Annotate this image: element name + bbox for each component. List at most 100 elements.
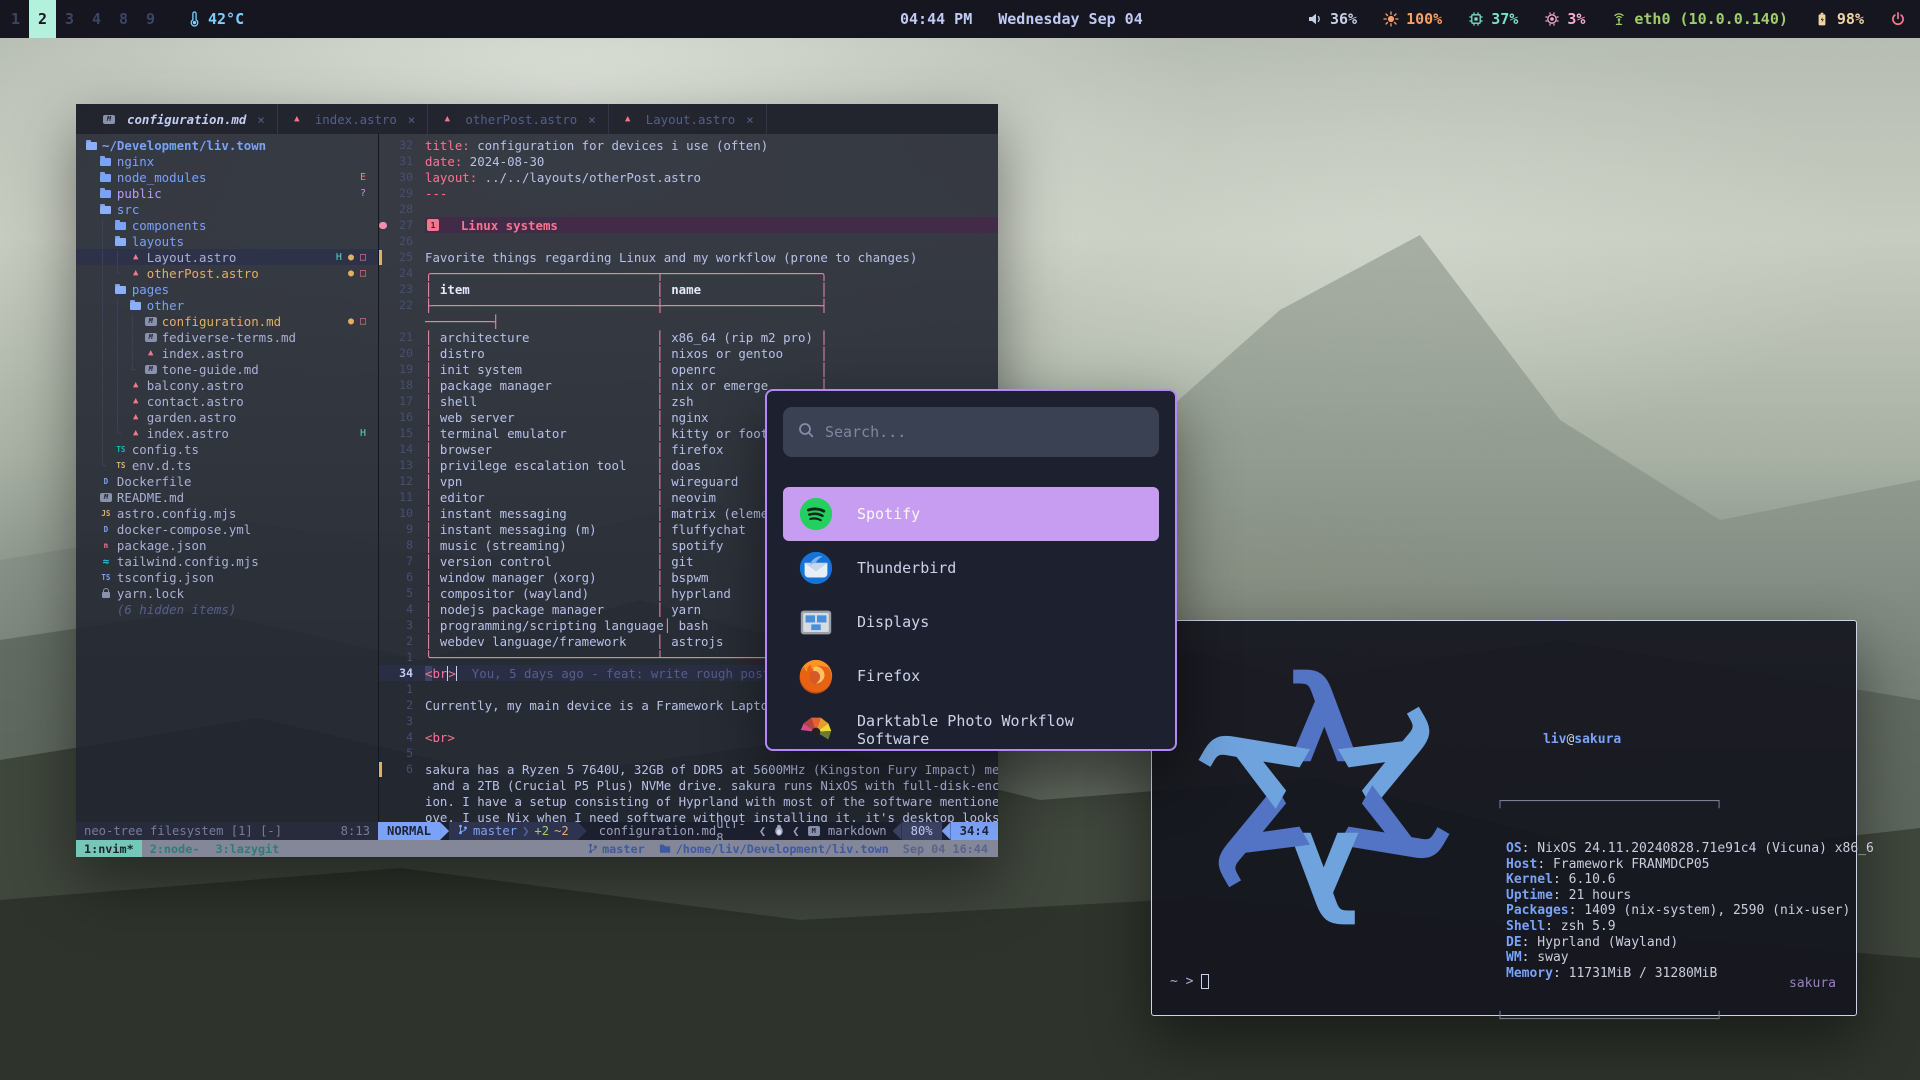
- info-value: : sway: [1522, 950, 1569, 965]
- tree-item-fediverse-terms.md[interactable]: │ │ │ Mfediverse-terms.md: [76, 329, 378, 345]
- tmux-statusbar: 1:nvim*2:node-3:lazygit master /home/liv…: [76, 840, 998, 857]
- tree-item-contact.astro[interactable]: │ │ ▲contact.astro: [76, 393, 378, 409]
- tab-close-icon[interactable]: ×: [746, 112, 753, 127]
- tree-item-components[interactable]: │ components: [76, 217, 378, 233]
- launcher-item-Displays[interactable]: Displays: [783, 595, 1159, 649]
- info-label: Packages: [1506, 903, 1569, 918]
- buffer-line[interactable]: 24╭──────────────────────────────┬──────…: [379, 265, 998, 281]
- bar-module-gpu[interactable]: 3%: [1544, 10, 1585, 28]
- launcher-item-Thunderbird[interactable]: Thunderbird: [783, 541, 1159, 595]
- tree-item-tone-guide.md[interactable]: │ │ └ Mtone-guide.md: [76, 361, 378, 377]
- tab-configuration.md[interactable]: Mconfiguration.md×: [90, 104, 278, 134]
- tree-item-README.md[interactable]: MREADME.md: [76, 489, 378, 505]
- gutter-sign: [379, 665, 387, 681]
- tree-item-tsconfig.json[interactable]: TStsconfig.json: [76, 569, 378, 585]
- bar-module-volume[interactable]: 36%: [1307, 10, 1357, 28]
- tree-item-(6 hidden items)[interactable]: (6 hidden items): [76, 601, 378, 617]
- tmux-window-1:nvim*[interactable]: 1:nvim*: [76, 840, 142, 857]
- buffer-line[interactable]: 20│ distro │ nixos or gentoo │: [379, 345, 998, 361]
- launcher-item-Firefox[interactable]: Firefox: [783, 649, 1159, 703]
- tab-close-icon[interactable]: ×: [408, 112, 415, 127]
- buffer-text: date:: [425, 154, 462, 169]
- table-cell: distro: [432, 346, 656, 361]
- terminal-window[interactable]: λλλλλλ liv@sakura ┌─────────────────────…: [1151, 620, 1857, 1016]
- workspace-2[interactable]: 2: [29, 0, 56, 38]
- buffer-line[interactable]: 22├──────────────────────────────┼──────…: [379, 297, 998, 313]
- git-staged-icon: □: [360, 252, 366, 263]
- buffer-line[interactable]: 25Favorite things regarding Linux and my…: [379, 249, 998, 265]
- tmux-window-3:lazygit[interactable]: 3:lazygit: [207, 840, 287, 857]
- tree-item-configuration.md[interactable]: │ │ │ Mconfiguration.md●□: [76, 313, 378, 329]
- buffer-line[interactable]: ion. I have a setup consisting of Hyprla…: [379, 793, 998, 809]
- tab-close-icon[interactable]: ×: [257, 112, 264, 127]
- bar-module-cpu[interactable]: 37%: [1468, 10, 1518, 28]
- tree-item-label: index.astro: [147, 426, 229, 441]
- buffer-line[interactable]: 31date: 2024-08-30: [379, 153, 998, 169]
- tree-item-package.json[interactable]: npackage.json: [76, 537, 378, 553]
- tree-item-Layout.astro[interactable]: │ │ ▲Layout.astroH●□: [76, 249, 378, 265]
- tab-Layout.astro[interactable]: ▲Layout.astro×: [609, 104, 767, 134]
- buffer-line[interactable]: and a 2TB (Crucial P5 Plus) NVMe drive. …: [379, 777, 998, 793]
- buffer-line[interactable]: 23│ item │ name │: [379, 281, 998, 297]
- buffer-line[interactable]: 26: [379, 233, 998, 249]
- bar-module-brightness[interactable]: 100%: [1383, 10, 1442, 28]
- launcher-item-Darktable Photo Workflow Software[interactable]: Darktable Photo Workflow Software: [783, 703, 1159, 751]
- tree-item-env.d.ts[interactable]: └ TSenv.d.ts: [76, 457, 378, 473]
- tree-item-other[interactable]: │ │ other: [76, 297, 378, 313]
- tree-item-astro.config.mjs[interactable]: JSastro.config.mjs: [76, 505, 378, 521]
- tree-item-Dockerfile[interactable]: DDockerfile: [76, 473, 378, 489]
- tree-item-node_modules[interactable]: node_modulesE: [76, 169, 378, 185]
- tree-item-balcony.astro[interactable]: │ │ ▲balcony.astro: [76, 377, 378, 393]
- buffer-line[interactable]: 6sakura has a Ryzen 5 7640U, 32GB of DDR…: [379, 761, 998, 777]
- buffer-line[interactable]: 28: [379, 201, 998, 217]
- tree-item-index.astro[interactable]: │ │ │ ▲index.astro: [76, 345, 378, 361]
- tree-item-garden.astro[interactable]: │ │ ▲garden.astro: [76, 409, 378, 425]
- workspace-3[interactable]: 3: [56, 0, 83, 38]
- line-number: 2: [387, 698, 413, 712]
- tree-item-nginx[interactable]: nginx: [76, 153, 378, 169]
- tree-item-~/Development/liv.town[interactable]: ~/Development/liv.town: [76, 137, 378, 153]
- tree-item-otherPost.astro[interactable]: │ └ ▲otherPost.astro●□: [76, 265, 378, 281]
- tree-item-yarn.lock[interactable]: yarn.lock: [76, 585, 378, 601]
- table-cell: package manager: [432, 378, 656, 393]
- search-input[interactable]: Search...: [783, 407, 1159, 457]
- buffer-line[interactable]: 21│ architecture │ x86_64 (rip m2 pro) │: [379, 329, 998, 345]
- shell-prompt[interactable]: ~ >: [1170, 974, 1209, 989]
- docker-icon: D: [99, 475, 113, 487]
- buffer-line[interactable]: 271 Linux systems: [379, 217, 998, 233]
- statusline: neo-tree filesystem [1] [-] 8:13 NORMAL …: [76, 822, 998, 840]
- buffer-line[interactable]: 29---: [379, 185, 998, 201]
- tree-item-index.astro[interactable]: │ └ ▲index.astroH: [76, 425, 378, 441]
- tree-item-src[interactable]: src: [76, 201, 378, 217]
- system-info-line: Kernel: 6.10.6: [1496, 872, 1874, 888]
- tree-indent-guides: │ │: [84, 250, 129, 265]
- tmux-window-2:node-[interactable]: 2:node-: [142, 840, 208, 857]
- astro-icon: ▲: [144, 347, 158, 359]
- buffer-line[interactable]: 30layout: ../../layouts/otherPost.astro: [379, 169, 998, 185]
- buffer-line[interactable]: 32title: configuration for devices i use…: [379, 137, 998, 153]
- tree-item-pages[interactable]: │ pages: [76, 281, 378, 297]
- buffer-line[interactable]: 19│ init system │ openrc │: [379, 361, 998, 377]
- bar-module-network[interactable]: eth0 (10.0.0.140): [1611, 10, 1788, 28]
- buffer-line[interactable]: ─────────┤: [379, 313, 998, 329]
- workspace-1[interactable]: 1: [2, 0, 29, 38]
- bar-module-battery[interactable]: 98%: [1814, 10, 1864, 28]
- tree-item-layouts[interactable]: │ layouts: [76, 233, 378, 249]
- tree-item-public[interactable]: public?: [76, 185, 378, 201]
- tree-item-config.ts[interactable]: │ TSconfig.ts: [76, 441, 378, 457]
- launcher-item-Spotify[interactable]: Spotify: [783, 487, 1159, 541]
- tab-close-icon[interactable]: ×: [588, 112, 595, 127]
- tree-indent-guides: │ │: [84, 410, 129, 425]
- table-border: │: [656, 362, 663, 377]
- tab-otherPost.astro[interactable]: ▲otherPost.astro×: [428, 104, 608, 134]
- tree-item-docker-compose.yml[interactable]: Ddocker-compose.yml: [76, 521, 378, 537]
- system-info-line: DE: Hyprland (Wayland): [1496, 935, 1874, 951]
- workspace-8[interactable]: 8: [110, 0, 137, 38]
- tab-index.astro[interactable]: ▲index.astro×: [278, 104, 429, 134]
- table-border: │: [656, 474, 663, 489]
- buffer-line[interactable]: ove. I use Nix when I need software with…: [379, 809, 998, 822]
- workspace-4[interactable]: 4: [83, 0, 110, 38]
- workspace-9[interactable]: 9: [137, 0, 164, 38]
- tree-item-tailwind.config.mjs[interactable]: ≈tailwind.config.mjs: [76, 553, 378, 569]
- bar-module-power[interactable]: [1890, 11, 1906, 27]
